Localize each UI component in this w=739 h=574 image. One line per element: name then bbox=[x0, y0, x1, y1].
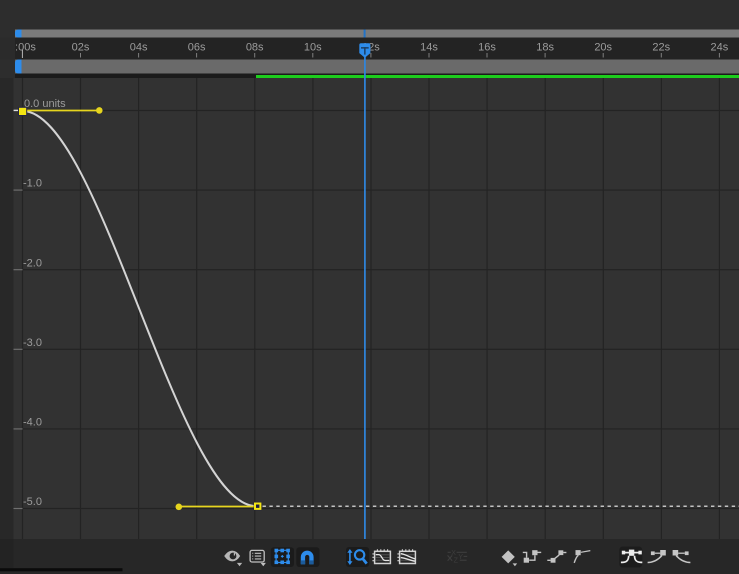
svg-text:04s: 04s bbox=[130, 42, 148, 54]
svg-text:16s: 16s bbox=[478, 42, 496, 54]
svg-text:02s: 02s bbox=[72, 42, 90, 54]
svg-text:14s: 14s bbox=[420, 42, 438, 54]
svg-text:-3.0: -3.0 bbox=[23, 337, 42, 349]
svg-text:-2.0: -2.0 bbox=[23, 257, 42, 269]
svg-text:X: X bbox=[451, 550, 456, 557]
svg-text:24s: 24s bbox=[711, 42, 729, 54]
svg-text:-4.0: -4.0 bbox=[23, 417, 42, 429]
svg-text:18s: 18s bbox=[536, 42, 554, 54]
svg-text:Z: Z bbox=[454, 558, 459, 565]
svg-text:-5.0: -5.0 bbox=[23, 496, 42, 508]
svg-text:Y: Y bbox=[458, 554, 463, 561]
svg-text:20s: 20s bbox=[594, 42, 612, 54]
svg-text:0.0 units: 0.0 units bbox=[24, 98, 66, 110]
svg-text:10s: 10s bbox=[304, 42, 322, 54]
svg-text:06s: 06s bbox=[188, 42, 206, 54]
svg-text:22s: 22s bbox=[652, 42, 670, 54]
svg-text:-1.0: -1.0 bbox=[23, 178, 42, 190]
svg-text:08s: 08s bbox=[246, 42, 264, 54]
